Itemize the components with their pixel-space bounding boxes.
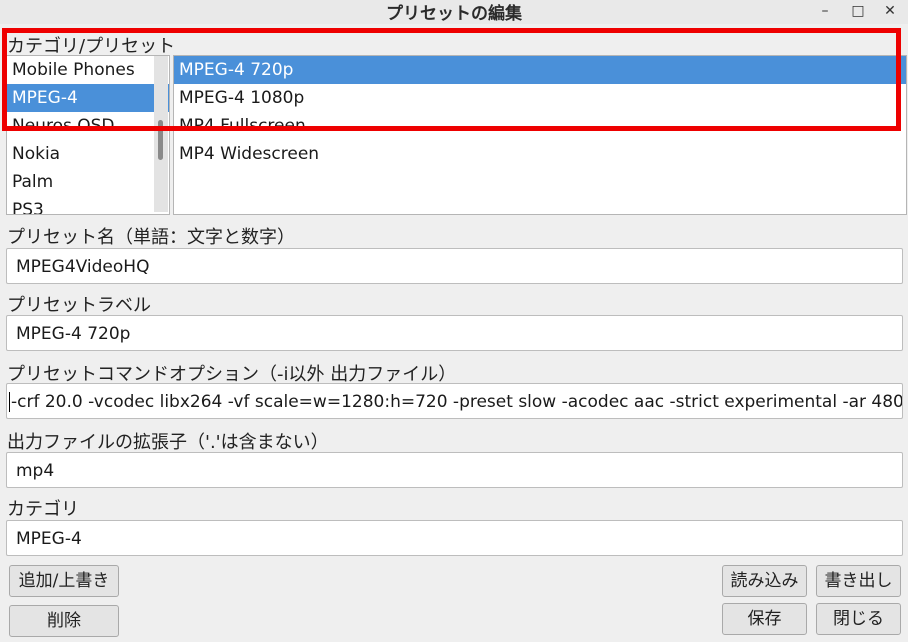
category-item[interactable]: Neuros OSD: [7, 112, 169, 140]
preset-item[interactable]: MPEG-4 1080p: [174, 84, 906, 112]
save-button[interactable]: 保存: [722, 603, 807, 635]
close-window-button[interactable]: ✕: [875, 0, 905, 22]
preset-label-input[interactable]: MPEG-4 720p: [6, 315, 903, 351]
preset-name-input[interactable]: MPEG4VideoHQ: [6, 248, 903, 284]
category-label: カテゴリ: [7, 499, 79, 520]
category-item[interactable]: Mobile Phones: [7, 56, 169, 84]
preset-name-label: プリセット名（単語：文字と数字）: [7, 227, 295, 248]
preset-item[interactable]: MP4 Fullscreen: [174, 112, 906, 140]
command-options-value: -crf 20.0 -vcodec libx264 -vf scale=w=12…: [11, 392, 903, 412]
title-bar: プリセットの編集 – □ ✕: [0, 0, 908, 24]
extension-input[interactable]: mp4: [6, 452, 903, 488]
category-input[interactable]: MPEG-4: [6, 520, 903, 556]
preset-label-label: プリセットラベル: [7, 295, 151, 316]
maximize-button[interactable]: □: [843, 0, 873, 22]
preset-item[interactable]: MPEG-4 720p: [174, 56, 906, 84]
import-button[interactable]: 読み込み: [722, 565, 807, 597]
category-list[interactable]: Mobile Phones MPEG-4 Neuros OSD Nokia Palm PS…: [6, 55, 170, 215]
category-item[interactable]: MPEG-4: [7, 84, 169, 112]
category-item[interactable]: Nokia: [7, 140, 169, 168]
text-caret: [9, 392, 10, 412]
minimize-button[interactable]: –: [810, 0, 840, 22]
close-button[interactable]: 閉じる: [816, 603, 901, 635]
export-button[interactable]: 書き出し: [816, 565, 901, 597]
window-title: プリセットの編集: [386, 4, 522, 24]
preset-item[interactable]: MP4 Widescreen: [174, 140, 906, 168]
preset-list[interactable]: MPEG-4 720p MPEG-4 1080p MP4 Fullscreen MP4…: [173, 55, 907, 215]
category-item[interactable]: PS3: [7, 196, 169, 214]
category-list-scrollbar[interactable]: [154, 56, 168, 212]
scrollbar-thumb[interactable]: [158, 120, 163, 160]
delete-button[interactable]: 削除: [9, 605, 119, 637]
command-options-input[interactable]: -crf 20.0 -vcodec libx264 -vf scale=w=12…: [6, 383, 903, 419]
category-item[interactable]: Palm: [7, 168, 169, 196]
extension-label: 出力ファイルの拡張子（'.'は含まない）: [7, 432, 329, 453]
add-overwrite-button[interactable]: 追加/上書き: [9, 565, 119, 597]
